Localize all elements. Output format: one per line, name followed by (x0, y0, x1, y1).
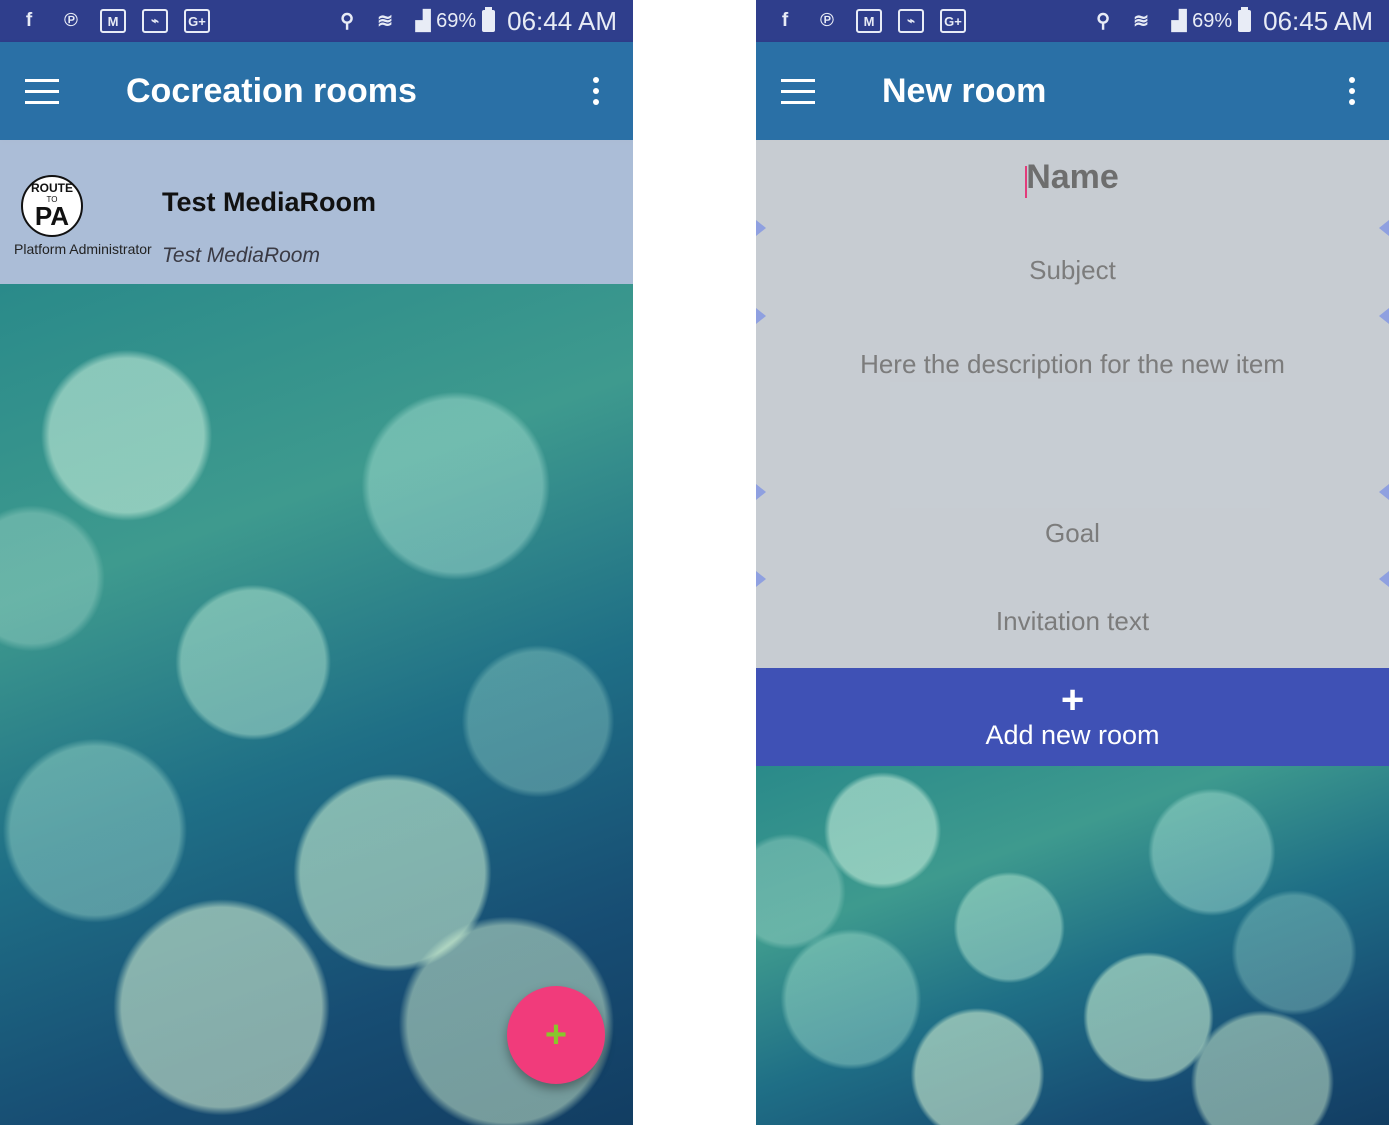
field-edge-marker (1379, 571, 1389, 587)
description-field[interactable]: Here the description for the new item (756, 349, 1389, 380)
room-title[interactable]: Test MediaRoom (162, 187, 376, 218)
location-icon: ⚲ (340, 10, 355, 32)
logo-text-pa: PA (34, 201, 70, 231)
signal-icon: ▟ (1171, 10, 1187, 32)
field-edge-marker (1379, 484, 1389, 500)
plus-icon: + (1060, 678, 1085, 722)
battery-icon (482, 7, 496, 32)
pinterest-icon: ℗ (64, 10, 78, 31)
field-edge-marker (1379, 220, 1389, 236)
battery-percent: 69% (1192, 9, 1233, 32)
add-new-room-button[interactable]: + Add new room (756, 668, 1389, 766)
wifi-icon: ≋ (1133, 10, 1150, 32)
pinterest-icon: ℗ (820, 10, 834, 31)
gmail-icon: M (100, 9, 126, 33)
signal-icon: ▟ (415, 10, 431, 32)
location-icon: ⚲ (1096, 10, 1111, 32)
logo-text-route: ROUTE (31, 181, 73, 195)
battery-icon (1238, 7, 1252, 32)
field-edge-marker (1379, 308, 1389, 324)
subject-field[interactable]: Subject (756, 255, 1389, 286)
cocreation-rooms-screen: f ℗ M ⌁ G+ ⚲ ≋ ▟ 69% 06:44 AM Cocreation… (0, 0, 633, 1125)
google-plus-icon: G+ (184, 9, 210, 33)
hamburger-menu-icon[interactable] (25, 79, 59, 105)
google-plus-icon: G+ (940, 9, 966, 33)
app-bar: New room (756, 42, 1389, 140)
room-owner: Platform Administrator (14, 241, 152, 257)
gallery-icon: ⌁ (142, 9, 168, 33)
status-bar: f ℗ M ⌁ G+ ⚲ ≋ ▟ 69% 06:44 AM (0, 0, 633, 42)
battery-percent: 69% (436, 9, 477, 32)
facebook-icon: f (25, 10, 33, 31)
app-bar: Cocreation rooms (0, 42, 633, 140)
gmail-icon: M (856, 9, 882, 33)
name-field[interactable]: Name (756, 158, 1389, 197)
wifi-icon: ≋ (377, 10, 394, 32)
hamburger-menu-icon[interactable] (781, 79, 815, 105)
field-edge-marker (756, 571, 766, 587)
goal-field[interactable]: Goal (756, 518, 1389, 549)
page-title: Cocreation rooms (126, 72, 417, 110)
overflow-menu-icon[interactable] (593, 77, 599, 110)
status-bar: f ℗ M ⌁ G+ ⚲ ≋ ▟ 69% 06:45 AM (756, 0, 1389, 42)
page-title: New room (882, 72, 1047, 110)
new-room-screen: f ℗ M ⌁ G+ ⚲ ≋ ▟ 69% 06:45 AM New room N… (756, 0, 1389, 1125)
text-cursor (1025, 166, 1027, 198)
invitation-text-field[interactable]: Invitation text (756, 606, 1389, 637)
room-subtitle: Test MediaRoom (162, 244, 320, 267)
new-room-form (756, 140, 1389, 668)
field-edge-marker (756, 484, 766, 500)
add-new-room-label: Add new room (985, 720, 1160, 750)
status-time: 06:45 AM (1263, 5, 1373, 36)
overflow-menu-icon[interactable] (1349, 77, 1355, 110)
route-to-pa-logo: ROUTE TO PA (21, 175, 83, 237)
add-room-fab[interactable]: + (507, 986, 605, 1084)
gallery-icon: ⌁ (898, 9, 924, 33)
field-edge-marker (756, 308, 766, 324)
field-edge-marker (756, 220, 766, 236)
status-time: 06:44 AM (507, 5, 617, 36)
facebook-icon: f (781, 10, 789, 31)
bokeh-background (756, 766, 1389, 1125)
